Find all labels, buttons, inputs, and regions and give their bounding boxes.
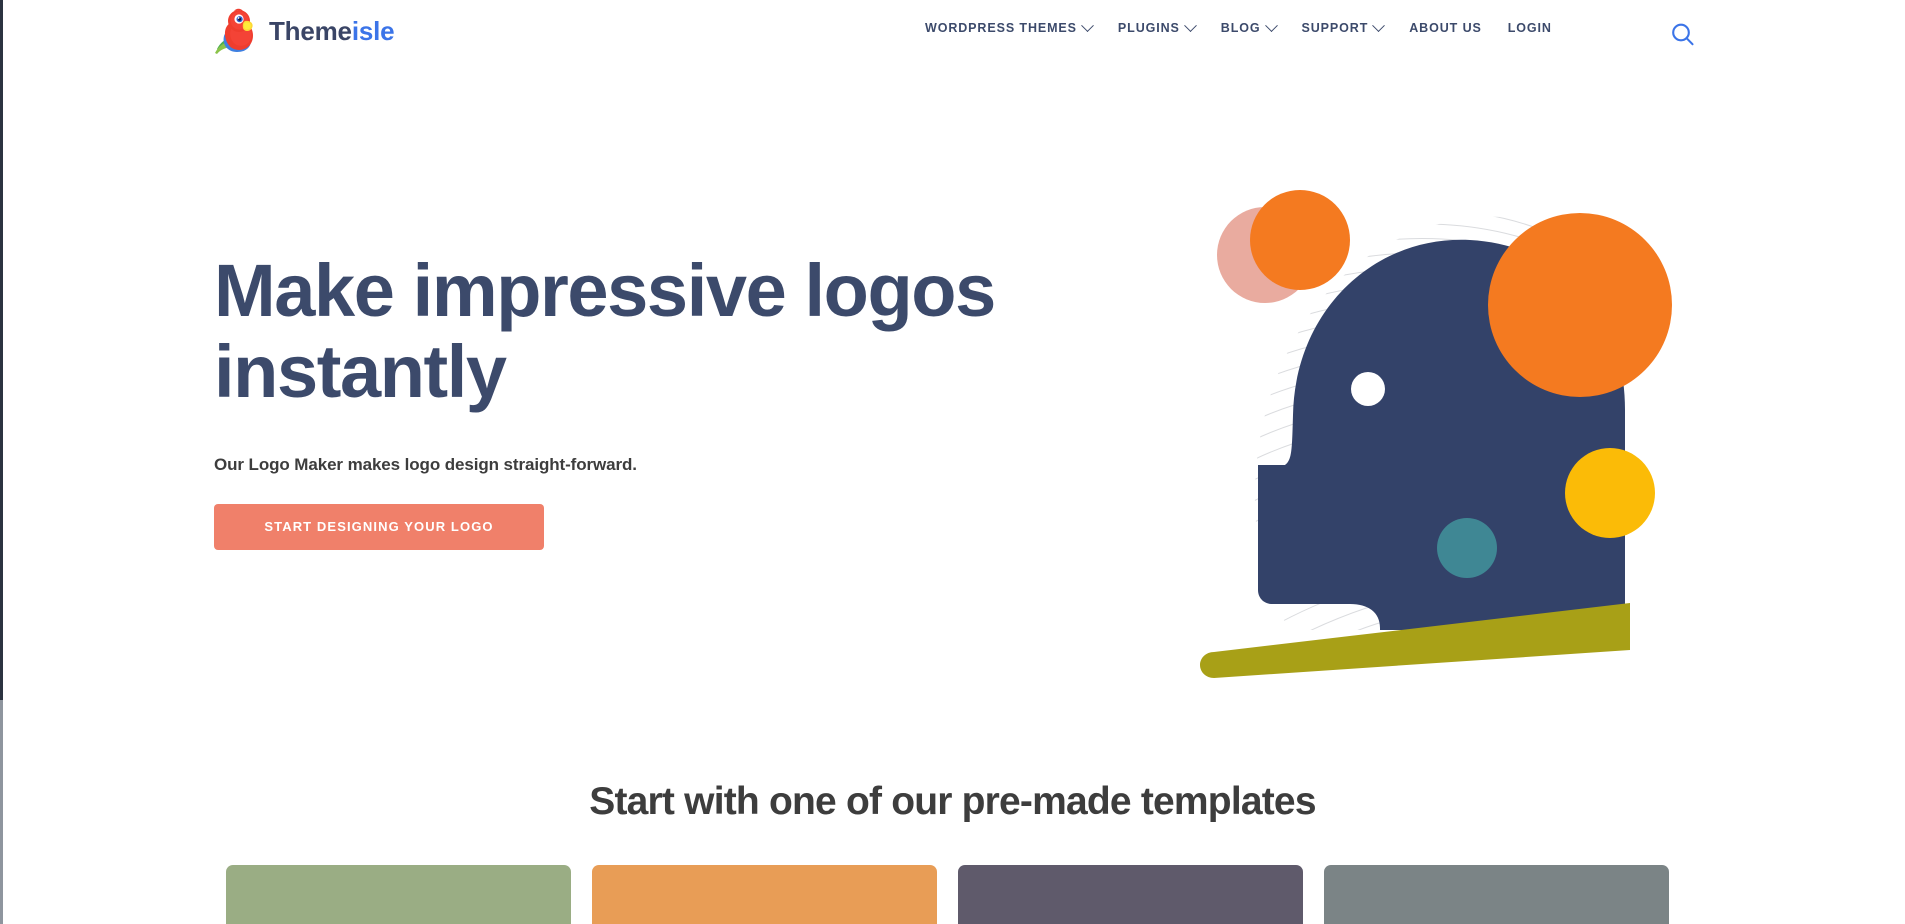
brand-logo-link[interactable]: Themeisle [214, 8, 395, 54]
nav-label: PLUGINS [1117, 21, 1180, 35]
hero-subtitle: Our Logo Maker makes logo design straigh… [214, 454, 637, 474]
head-profile-illustration [1190, 160, 1720, 690]
page-root: Themeisle WORDPRESS THEMES PLUGINS BLOG … [0, 0, 1905, 924]
template-grid [226, 865, 1681, 924]
brand-name-part1: Theme [269, 16, 352, 46]
chevron-down-icon [1081, 19, 1094, 32]
page-title: Make impressive logos instantly [214, 249, 996, 414]
nav-item-blog[interactable]: BLOG [1220, 19, 1278, 35]
site-header: Themeisle WORDPRESS THEMES PLUGINS BLOG … [0, 0, 1905, 70]
nav-item-wordpress-themes[interactable]: WORDPRESS THEMES [925, 19, 1094, 35]
hero-section: Make impressive logos instantly Our Logo… [0, 70, 1905, 710]
teal-circle [1437, 518, 1497, 578]
nav-label: LOGIN [1507, 21, 1552, 35]
nav-label: SUPPORT [1301, 21, 1369, 35]
yellow-circle [1565, 448, 1655, 538]
nav-item-support[interactable]: SUPPORT [1301, 19, 1386, 35]
nav-item-login[interactable]: LOGIN [1508, 22, 1552, 35]
nav-item-plugins[interactable]: PLUGINS [1117, 19, 1197, 35]
templates-section: Start with one of our pre-made templates [0, 710, 1905, 924]
brand-name-part2: isle [351, 16, 395, 46]
chevron-down-icon [1183, 19, 1197, 32]
nav-label: BLOG [1220, 21, 1261, 35]
brand-wordmark: Themeisle [269, 16, 395, 46]
templates-heading: Start with one of our pre-made templates [589, 780, 1316, 823]
nav-label: WORDPRESS THEMES [925, 21, 1077, 35]
orange-large-circle [1488, 213, 1672, 397]
eye-dot [1351, 372, 1385, 406]
nav-label: ABOUT US [1409, 21, 1482, 35]
orange-small-circle [1250, 190, 1350, 290]
window-left-edge-lower [0, 700, 3, 924]
search-icon[interactable] [1668, 20, 1698, 50]
start-designing-your-logo-button[interactable]: START DESIGNING YOUR LOGO [214, 503, 544, 550]
template-card-2[interactable] [592, 865, 937, 924]
template-card-1[interactable] [226, 865, 571, 924]
hero-copy: Make impressive logos instantly Our Logo… [214, 250, 1004, 550]
chevron-down-icon [1372, 19, 1386, 32]
template-card-4[interactable] [1324, 865, 1669, 924]
main-navigation: WORDPRESS THEMES PLUGINS BLOG SUPPORT AB… [925, 19, 1552, 35]
chevron-down-icon [1264, 19, 1278, 32]
template-card-3[interactable] [958, 865, 1303, 924]
parrot-logo-icon [214, 8, 258, 54]
nav-item-about-us[interactable]: ABOUT US [1409, 22, 1481, 35]
